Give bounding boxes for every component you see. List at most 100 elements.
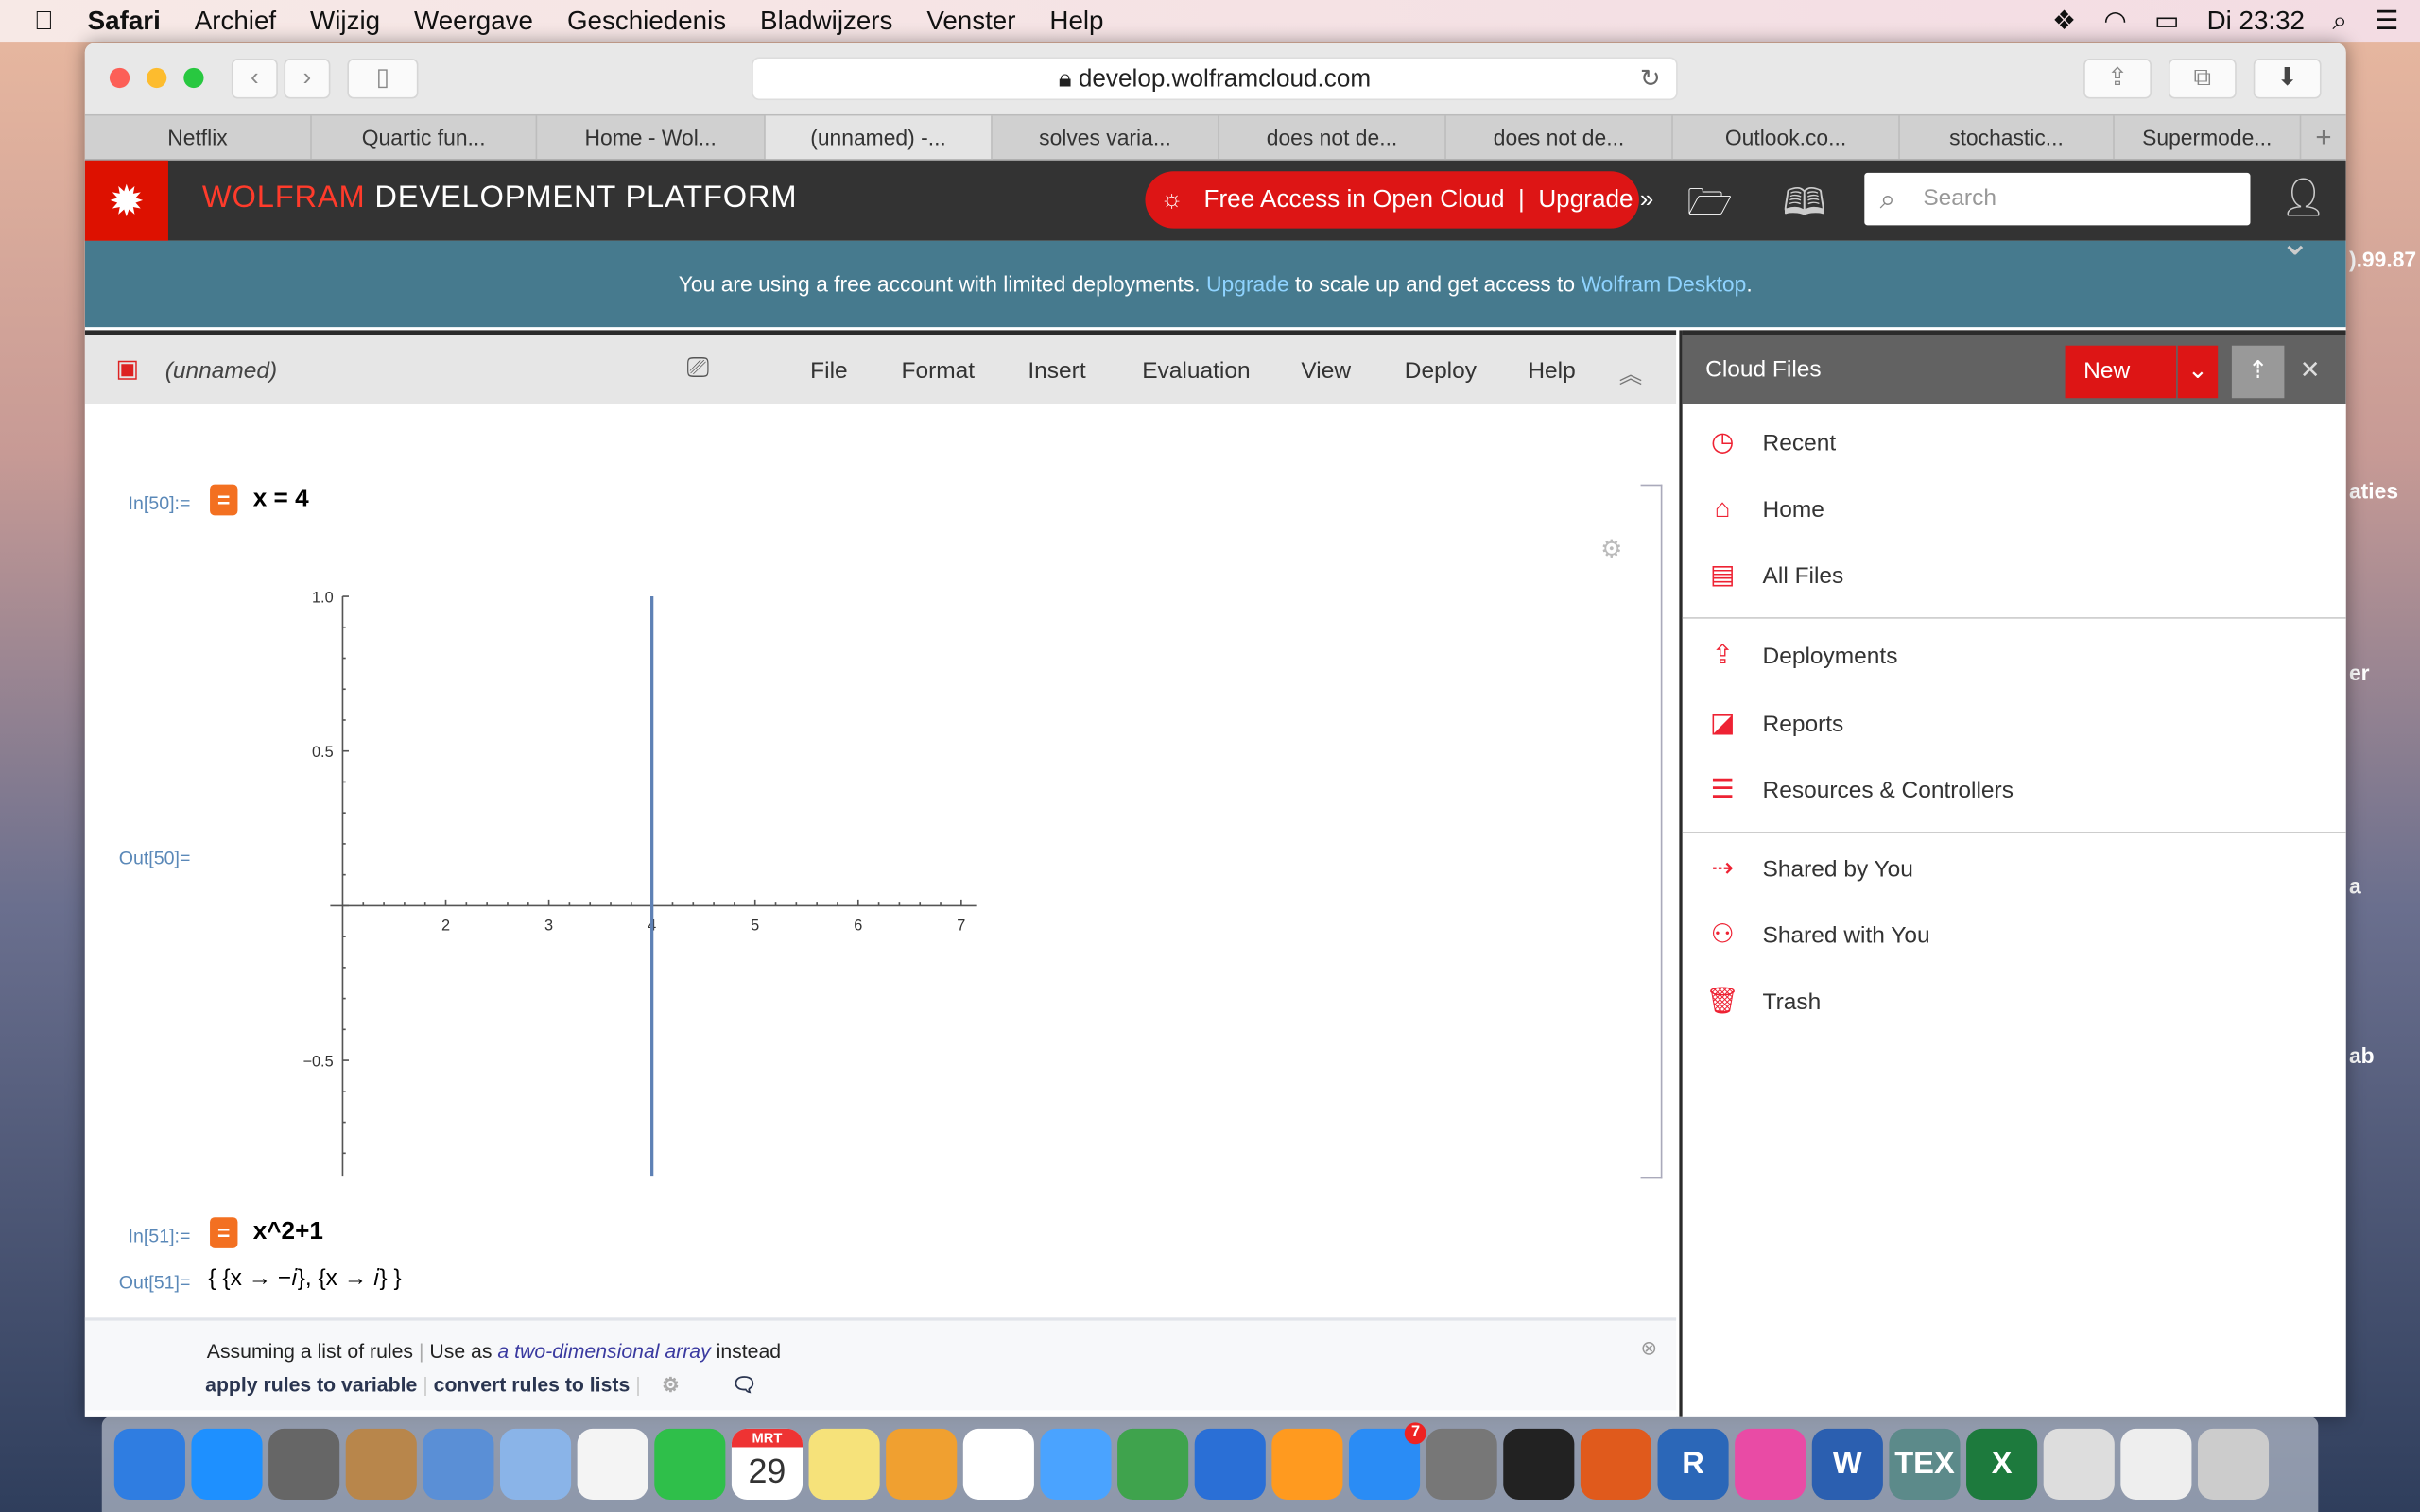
sidebar-toggle-icon[interactable]: ▯: [347, 59, 419, 99]
sidebar-item-resources[interactable]: ☰ Resources & Controllers: [1704, 775, 2014, 806]
dock-contacts-icon[interactable]: [345, 1428, 417, 1500]
reload-icon[interactable]: ↻: [1640, 59, 1661, 102]
address-bar[interactable]: 🔒︎ develop.wolframcloud.com ↻: [752, 57, 1678, 102]
dock-system-preferences-icon[interactable]: [1426, 1428, 1497, 1500]
convert-rules-button[interactable]: convert rules to lists: [434, 1373, 631, 1396]
menu-view[interactable]: View: [1301, 358, 1351, 385]
menu-evaluation[interactable]: Evaluation: [1142, 358, 1250, 385]
alt-interpretation-link[interactable]: a two-dimensional array: [497, 1339, 710, 1362]
tab[interactable]: Outlook.co...: [1673, 115, 1900, 160]
menu-insert[interactable]: Insert: [1028, 358, 1085, 385]
free-access-button[interactable]: ☼ Free Access in Open Cloud | Upgrade »: [1145, 171, 1653, 229]
menu-deploy[interactable]: Deploy: [1405, 358, 1477, 385]
dock-preview2-icon[interactable]: [2120, 1428, 2192, 1500]
menu-archief[interactable]: Archief: [195, 6, 276, 37]
menu-weergave[interactable]: Weergave: [414, 6, 533, 37]
sidebar-item-deployments[interactable]: ⇪ Deployments: [1704, 641, 1897, 672]
dock-safari-icon[interactable]: [191, 1428, 263, 1500]
dock-app-store-icon[interactable]: 7: [1348, 1422, 1426, 1500]
dock-tex-icon[interactable]: TEX: [1889, 1428, 1961, 1500]
book-icon[interactable]: 🕮︎: [1783, 176, 1826, 239]
menu-bladwijzers[interactable]: Bladwijzers: [760, 6, 892, 37]
sidebar-item-recent[interactable]: ◷ Recent: [1704, 427, 1836, 458]
gear-icon[interactable]: ⚙: [1600, 534, 1622, 565]
dock-photos-icon[interactable]: [577, 1428, 648, 1500]
search-input[interactable]: ⌕ Search: [1864, 172, 2251, 226]
menu-safari[interactable]: Safari: [88, 6, 161, 37]
tab[interactable]: solves varia...: [993, 115, 1219, 160]
dock-trash-icon[interactable]: [2197, 1428, 2270, 1500]
dock-mail-icon[interactable]: [423, 1428, 494, 1500]
forward-button[interactable]: ›: [284, 59, 331, 99]
input-type-icon[interactable]: =: [210, 1217, 238, 1248]
menu-geschiedenis[interactable]: Geschiedenis: [567, 6, 726, 37]
notification-center-icon[interactable]: ☰: [2375, 6, 2398, 37]
apply-rules-button[interactable]: apply rules to variable: [205, 1373, 417, 1396]
input-code[interactable]: x = 4: [253, 486, 309, 513]
apple-icon[interactable]: : [34, 6, 54, 37]
notebook-title[interactable]: (unnamed): [165, 358, 277, 385]
tab[interactable]: Netflix: [85, 115, 312, 160]
clock[interactable]: Di 23:32: [2207, 6, 2305, 37]
dock-itunes-icon[interactable]: [1735, 1428, 1806, 1500]
settings-icon[interactable]: ⚙: [662, 1373, 680, 1396]
sidebar-item-reports[interactable]: ◪ Reports: [1704, 708, 1843, 739]
wifi-icon[interactable]: ◠: [2103, 6, 2126, 37]
wolfram-desktop-link[interactable]: Wolfram Desktop: [1581, 271, 1746, 296]
tab[interactable]: Supermode...: [2115, 115, 2302, 160]
user-account-icon[interactable]: 👤︎⌄: [2279, 176, 2345, 266]
new-button[interactable]: New: [2065, 345, 2177, 399]
battery-icon[interactable]: ▭: [2154, 6, 2179, 37]
sidebar-item-shared-by-you[interactable]: ⇢ Shared by You: [1704, 853, 1912, 885]
dock-pages-icon[interactable]: [886, 1428, 958, 1500]
dock-ibooks-icon[interactable]: [1271, 1428, 1343, 1500]
menu-file[interactable]: File: [810, 358, 847, 385]
close-window-button[interactable]: [109, 67, 130, 89]
downloads-icon[interactable]: ⬇: [2253, 59, 2322, 99]
dock-launchpad-icon[interactable]: [268, 1428, 340, 1500]
upload-icon[interactable]: ⇡: [2231, 345, 2285, 399]
input-type-icon[interactable]: =: [210, 484, 238, 516]
close-icon[interactable]: ✕: [2300, 355, 2321, 387]
dock-keynote-icon[interactable]: [1194, 1428, 1266, 1500]
cell-bracket[interactable]: [1640, 484, 1663, 1179]
dock-messages-icon[interactable]: [1040, 1428, 1112, 1500]
new-tab-button[interactable]: +: [2301, 115, 2345, 159]
dock-notes-icon[interactable]: [808, 1428, 880, 1500]
menu-help[interactable]: Help: [1049, 6, 1103, 37]
menu-help[interactable]: Help: [1528, 358, 1575, 385]
dock-reminders-icon[interactable]: [962, 1428, 1034, 1500]
dock-numbers-icon[interactable]: [1117, 1428, 1189, 1500]
collapse-icon[interactable]: ︽: [1619, 358, 1643, 390]
dock-activity-monitor-icon[interactable]: [1503, 1428, 1575, 1500]
sidebar-item-all-files[interactable]: ▤ All Files: [1704, 560, 1843, 592]
folder-icon[interactable]: 🗁︎: [1687, 176, 1734, 239]
sidebar-item-home[interactable]: ⌂ Home: [1704, 493, 1824, 524]
dock-facetime-icon[interactable]: [654, 1428, 726, 1500]
back-button[interactable]: ‹: [231, 59, 278, 99]
upgrade-link[interactable]: Upgrade »: [1538, 187, 1653, 214]
menu-format[interactable]: Format: [901, 358, 975, 385]
share-icon[interactable]: ⇪: [2083, 59, 2152, 99]
wolfram-logo-icon[interactable]: ✹: [84, 160, 168, 241]
menu-wijzig[interactable]: Wijzig: [310, 6, 380, 37]
tab[interactable]: Home - Wol...: [537, 115, 766, 160]
tab[interactable]: does not de...: [1446, 115, 1673, 160]
spotlight-icon[interactable]: ⌕: [2332, 6, 2347, 37]
dock-finder-icon[interactable]: [113, 1428, 185, 1500]
menu-venster[interactable]: Venster: [926, 6, 1015, 37]
sidebar-item-trash[interactable]: 🗑︎ Trash: [1704, 986, 1821, 1017]
dock-r-icon[interactable]: R: [1657, 1428, 1729, 1500]
tab-active[interactable]: (unnamed) -...: [765, 115, 993, 160]
dock-matlab-icon[interactable]: [1580, 1428, 1651, 1500]
feedback-icon[interactable]: 🗨︎: [732, 1373, 757, 1396]
dock-word-icon[interactable]: W: [1811, 1428, 1883, 1500]
dropbox-icon[interactable]: ❖: [2052, 6, 2076, 37]
tabs-overview-icon[interactable]: ⧉: [2168, 59, 2237, 99]
minimize-window-button[interactable]: [147, 67, 167, 89]
dock-preview-icon[interactable]: [499, 1428, 572, 1500]
tab[interactable]: Quartic fun...: [312, 115, 538, 160]
dock-screenshot-icon[interactable]: [2043, 1428, 2115, 1500]
close-icon[interactable]: ⊗: [1641, 1336, 1658, 1361]
sidebar-item-shared-with-you[interactable]: ⚇ Shared with You: [1704, 919, 1930, 951]
